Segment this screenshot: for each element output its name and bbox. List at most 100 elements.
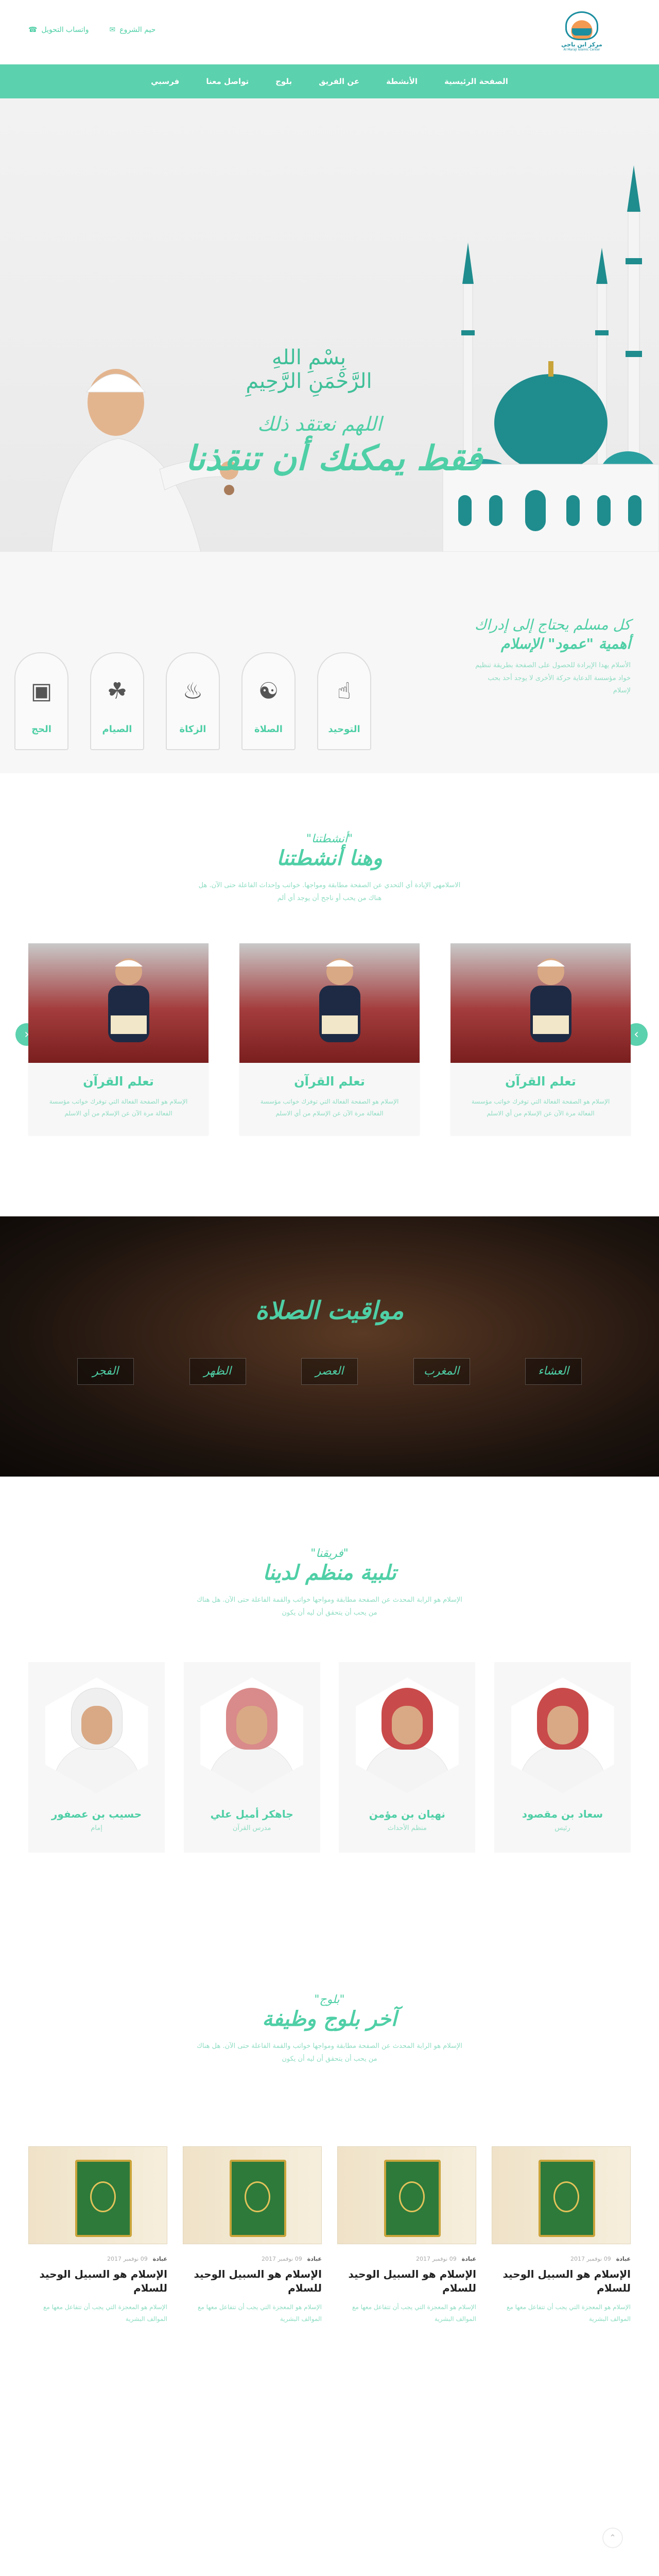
team-title: تلبية منظم لدينا (263, 1561, 396, 1585)
pillars-line-2: أهمية "عمود" الإسلام (501, 635, 631, 652)
prayer-times-list: الفجر الظهر العصر المغرب العشاء (77, 1358, 582, 1385)
back-to-top-button[interactable]: ⌃ (602, 2528, 623, 2548)
main-nav: الصفحة الرئيسية الأنشطة عن الفريق بلوج ت… (0, 64, 659, 98)
pillar-label: الزكاة (179, 724, 206, 735)
pillars-desc: الأسلام يهدا الإيرادة للحصول على الصفحة … (475, 662, 631, 695)
activity-title: تعلم القرآن (83, 1074, 154, 1089)
activity-image (450, 943, 631, 1063)
prayer-times-title: مواقيت الصلاة (255, 1296, 404, 1325)
activities-header: "أنشطتنا" وهنا أنشطتنا الاسلامهي الإيادة… (0, 833, 659, 905)
team-member-card[interactable]: نهيان بن مؤمن منظم الأحداث (339, 1662, 476, 1853)
pillars-intro: كل مسلم يحتاج إلى إدراك أهمية "عمود" الإ… (471, 616, 631, 698)
post-title[interactable]: الإسلام هو السبيل الوحيد للسلام (28, 2267, 168, 2295)
post-title[interactable]: الإسلام هو السبيل الوحيد للسلام (337, 2267, 477, 2295)
post-image (28, 2146, 167, 2244)
blog-header: "بلوج" آخر بلوج وظيفة الإسلام هو الرابة … (0, 1993, 659, 2065)
activity-desc: الإسلام هو الصفحة الفعالة التي توفرك خوا… (49, 1098, 188, 1117)
post-meta: عبادة 09 نوفمبر 2017 (337, 2256, 476, 2262)
activity-desc: الإسلام هو الصفحة الفعالة التي توفرك خوا… (471, 1098, 610, 1117)
hero-banner: بِسْمِ اللهِ الرَّحْمَنِ الرَّحِيمِ الله… (0, 98, 659, 552)
pillar-card[interactable]: ☯ الصلاة (241, 652, 296, 750)
member-photo (511, 1677, 614, 1793)
post-meta: عبادة 09 نوفمبر 2017 (28, 2256, 167, 2262)
member-role: مدرس القرآن (232, 1824, 271, 1832)
palm-icon: ☘ (107, 678, 128, 704)
blog-post-card[interactable]: عبادة 09 نوفمبر 2017 الإسلام هو السبيل ال… (337, 2146, 476, 2325)
post-excerpt: الإسلام هو المعجزة التي يجب أن تتفاعل مع… (197, 2303, 322, 2323)
member-role: منظم الأحداث (387, 1824, 427, 1832)
prayer-time-maghrib[interactable]: المغرب (413, 1358, 470, 1385)
blog-post-card[interactable]: عبادة 09 نوفمبر 2017 الإسلام هو السبيل ال… (492, 2146, 631, 2325)
post-image (492, 2146, 631, 2244)
post-category[interactable]: عبادة (616, 2256, 631, 2262)
nav-item-activities[interactable]: الأنشطة (373, 77, 431, 86)
post-title[interactable]: الإسلام هو السبيل الوحيد للسلام (183, 2267, 322, 2295)
contact-email[interactable]: ✉ حيم الشروع (110, 26, 156, 34)
nav-item-contact[interactable]: تواصل معنا (193, 77, 262, 86)
post-date: 09 نوفمبر 2017 (570, 2256, 611, 2262)
member-role: رئيس (554, 1824, 570, 1832)
team-member-card[interactable]: جاهكر أميل علي مدرس القرآن (183, 1662, 320, 1853)
member-photo (45, 1677, 148, 1793)
activity-card[interactable]: تعلم القرآن الإسلام هو الصفحة الفعالة ال… (450, 943, 631, 1135)
post-excerpt: الإسلام هو المعجزة التي يجب أن تتفاعل مع… (43, 2303, 167, 2323)
team-member-card[interactable]: حسيب بن عصفور إمام (28, 1662, 165, 1853)
nav-item-home[interactable]: الصفحة الرئيسية (431, 77, 522, 86)
member-name: سعاد بن مقصود (522, 1808, 603, 1820)
hand-icon: ☝ (337, 678, 351, 704)
prayer-icon: ☯ (258, 678, 279, 704)
kaaba-icon: ▣ (30, 678, 53, 704)
post-meta: عبادة 09 نوفمبر 2017 (492, 2256, 631, 2262)
prayer-time-isha[interactable]: العشاء (525, 1358, 582, 1385)
nav-item-team[interactable]: عن الفريق (305, 77, 373, 86)
blog-title: آخر بلوج وظيفة (262, 2007, 397, 2031)
arrow-up-icon: ⌃ (609, 2533, 616, 2543)
activity-card[interactable]: تعلم القرآن الإسلام هو الصفحة الفعالة ال… (239, 943, 420, 1135)
contact-info: ☎ واتساب التحويل ✉ حيم الشروع (28, 26, 155, 34)
activity-card[interactable]: تعلم القرآن الإسلام هو الصفحة الفعالة ال… (28, 943, 209, 1135)
post-title[interactable]: الإسلام هو السبيل الوحيد للسلام (492, 2267, 631, 2295)
blog-post-card[interactable]: عبادة 09 نوفمبر 2017 الإسلام هو السبيل ال… (28, 2146, 167, 2325)
charity-icon: ♨ (182, 678, 203, 704)
activities-desc: الاسلامهي الإيادة أي التحدي عن الصفحة مط… (198, 882, 461, 902)
activity-title: تعلم القرآن (294, 1074, 365, 1089)
activities-title: وهنا أنشطتنا (276, 846, 383, 870)
post-category[interactable]: عبادة (153, 2256, 167, 2262)
phone-icon: ☎ (28, 26, 38, 34)
mosque-illustration (442, 165, 659, 552)
team-desc: الإسلام هو الرابة المحدث عن الصفحة مطابق… (197, 1596, 462, 1617)
member-role: إمام (91, 1824, 102, 1832)
post-date: 09 نوفمبر 2017 (415, 2256, 457, 2262)
blog-post-card[interactable]: عبادة 09 نوفمبر 2017 الإسلام هو السبيل ال… (183, 2146, 322, 2325)
post-category[interactable]: عبادة (462, 2256, 476, 2262)
pillar-label: الصيام (102, 724, 132, 735)
blog-cards: عبادة 09 نوفمبر 2017 الإسلام هو السبيل ال… (28, 2146, 631, 2325)
site-logo[interactable]: مركز ابن باجي Al Maraji Islamic Center (561, 11, 602, 53)
team-cards: حسيب بن عصفور إمام جاهكر أميل علي مدرس ا… (28, 1662, 631, 1853)
prayer-time-dhuhr[interactable]: الظهر (189, 1358, 246, 1385)
pillar-label: التوحيد (328, 724, 360, 735)
team-member-card[interactable]: سعاد بن مقصود رئيس (494, 1662, 631, 1853)
envelope-icon: ✉ (109, 26, 116, 34)
team-kicker: "فريقنا" (310, 1547, 349, 1560)
member-photo (355, 1677, 459, 1793)
nav-item-blog[interactable]: بلوج (262, 77, 305, 86)
top-header: مركز ابن باجي Al Maraji Islamic Center ☎… (0, 0, 659, 64)
basmala-calligraphy: بِسْمِ اللهِ الرَّحْمَنِ الرَّحِيمِ (246, 346, 372, 393)
contact-phone[interactable]: ☎ واتساب التحويل (28, 26, 89, 34)
pillar-cards: ☝ التوحيد ☯ الصلاة ♨ الزكاة ☘ الصيام ▣ الحج (14, 652, 371, 750)
activity-image (239, 943, 420, 1063)
post-category[interactable]: عبادة (307, 2256, 322, 2262)
member-name: حسيب بن عصفور (51, 1808, 142, 1820)
activity-image (28, 943, 209, 1063)
activity-cards: تعلم القرآن الإسلام هو الصفحة الفعالة ال… (28, 943, 631, 1135)
pillar-card[interactable]: ▣ الحج (14, 652, 68, 750)
activities-kicker: "أنشطتنا" (306, 833, 353, 845)
pillar-card[interactable]: ☘ الصيام (90, 652, 144, 750)
pillar-card[interactable]: ☝ التوحيد (317, 652, 371, 750)
post-excerpt: الإسلام هو المعجزة التي يجب أن تتفاعل مع… (352, 2303, 476, 2323)
nav-item-extra[interactable]: فرسبي (137, 77, 193, 86)
pillar-card[interactable]: ♨ الزكاة (166, 652, 220, 750)
prayer-time-fajr[interactable]: الفجر (77, 1358, 134, 1385)
prayer-time-asr[interactable]: العصر (301, 1358, 358, 1385)
